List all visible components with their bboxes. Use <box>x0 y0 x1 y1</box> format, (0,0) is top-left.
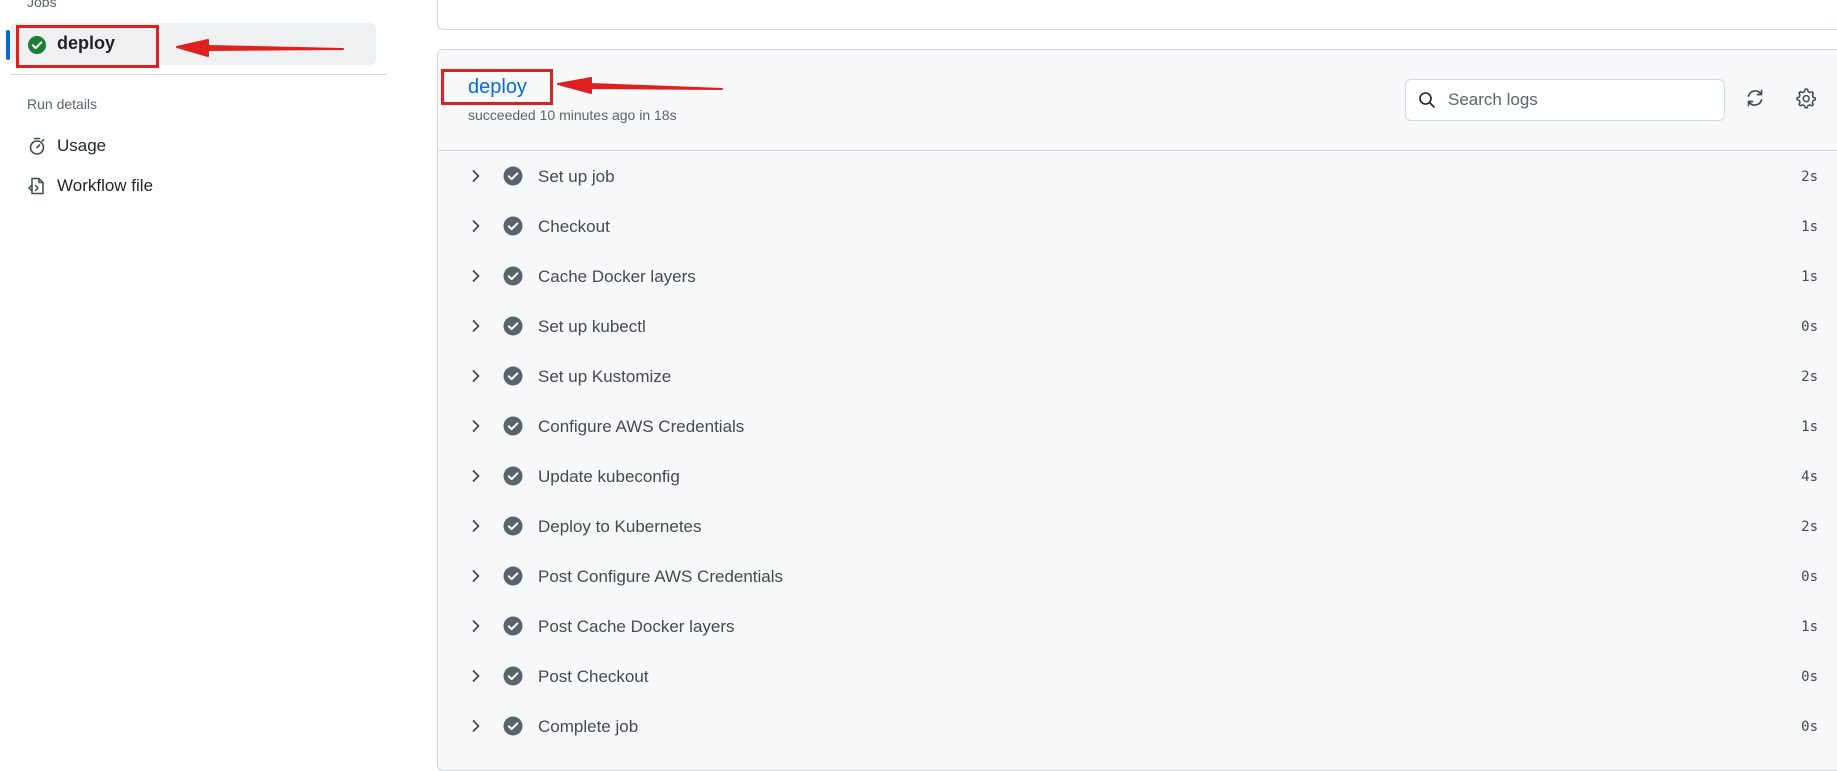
step-label: Post Configure AWS Credentials <box>538 567 784 586</box>
step-row[interactable]: Cache Docker layers 1s <box>438 251 1837 301</box>
search-logs-input[interactable] <box>1446 89 1710 111</box>
step-duration: 0s <box>1801 319 1818 335</box>
step-duration: 0s <box>1801 719 1818 735</box>
step-duration: 1s <box>1801 219 1818 235</box>
sidebar-link-usage[interactable]: Usage <box>27 133 106 159</box>
chevron-right-icon[interactable] <box>468 618 484 634</box>
search-logs-box[interactable] <box>1405 79 1725 121</box>
step-row[interactable]: Post Configure AWS Credentials 0s <box>438 551 1837 601</box>
step-success-check-icon <box>503 516 523 536</box>
step-label: Checkout <box>538 217 610 236</box>
step-success-check-icon <box>503 216 523 236</box>
chevron-right-icon[interactable] <box>468 518 484 534</box>
steps-list: Set up job 2s Checkout 1s Cache Docker layer… <box>438 151 1837 751</box>
chevron-right-icon[interactable] <box>468 268 484 284</box>
step-row[interactable]: Complete job 0s <box>438 701 1837 751</box>
chevron-right-icon[interactable] <box>468 568 484 584</box>
step-success-check-icon <box>503 616 523 636</box>
chevron-right-icon[interactable] <box>468 668 484 684</box>
step-label: Post Cache Docker layers <box>538 617 735 636</box>
step-row[interactable]: Checkout 1s <box>438 201 1837 251</box>
step-label: Update kubeconfig <box>538 467 680 486</box>
step-duration: 2s <box>1801 519 1818 535</box>
sidebar-divider <box>10 74 386 75</box>
file-code-icon <box>28 177 44 195</box>
search-icon <box>1419 92 1435 108</box>
step-label: Complete job <box>538 717 639 736</box>
refresh-icon[interactable] <box>1743 86 1767 110</box>
step-success-check-icon <box>503 166 523 186</box>
step-duration: 0s <box>1801 669 1818 685</box>
step-row[interactable]: Post Checkout 0s <box>438 651 1837 701</box>
step-duration: 0s <box>1801 569 1818 585</box>
step-success-check-icon <box>503 566 523 586</box>
step-duration: 2s <box>1801 369 1818 385</box>
job-log-panel: deploy succeeded 10 minutes ago in 18s S… <box>437 49 1837 771</box>
step-label: Set up kubectl <box>538 317 646 336</box>
step-row[interactable]: Deploy to Kubernetes 2s <box>438 501 1837 551</box>
step-label: Set up Kustomize <box>538 367 672 386</box>
step-row[interactable]: Set up Kustomize 2s <box>438 351 1837 401</box>
step-success-check-icon <box>503 466 523 486</box>
step-row[interactable]: Update kubeconfig 4s <box>438 451 1837 501</box>
step-label: Deploy to Kubernetes <box>538 517 702 536</box>
summary-panel <box>437 0 1837 30</box>
chevron-right-icon[interactable] <box>468 168 484 184</box>
gear-icon[interactable] <box>1794 86 1818 110</box>
step-duration: 2s <box>1801 169 1818 185</box>
step-success-check-icon <box>503 666 523 686</box>
step-duration: 1s <box>1801 269 1818 285</box>
annotation-box-sidebar <box>16 25 159 68</box>
sidebar-link-label: Workflow file <box>57 176 154 195</box>
step-label: Set up job <box>538 167 615 186</box>
selected-indicator <box>6 30 10 60</box>
chevron-right-icon[interactable] <box>468 368 484 384</box>
chevron-right-icon[interactable] <box>468 318 484 334</box>
step-label: Cache Docker layers <box>538 267 696 286</box>
step-duration: 4s <box>1801 469 1818 485</box>
sidebar-link-workflow-file[interactable]: Workflow file <box>27 173 153 199</box>
step-duration: 1s <box>1801 619 1818 635</box>
stopwatch-icon <box>29 137 45 155</box>
step-success-check-icon <box>503 266 523 286</box>
chevron-right-icon[interactable] <box>468 218 484 234</box>
job-header: deploy succeeded 10 minutes ago in 18s <box>438 50 1837 151</box>
job-status-meta: succeeded 10 minutes ago in 18s <box>468 107 677 123</box>
step-success-check-icon <box>503 366 523 386</box>
sidebar-link-label: Usage <box>57 136 107 155</box>
step-label: Post Checkout <box>538 667 649 686</box>
step-row[interactable]: Set up kubectl 0s <box>438 301 1837 351</box>
step-success-check-icon <box>503 716 523 736</box>
jobs-heading: Jobs <box>27 0 57 10</box>
step-label: Configure AWS Credentials <box>538 417 745 436</box>
step-success-check-icon <box>503 316 523 336</box>
chevron-right-icon[interactable] <box>468 718 484 734</box>
step-row[interactable]: Post Cache Docker layers 1s <box>438 601 1837 651</box>
chevron-right-icon[interactable] <box>468 468 484 484</box>
step-row[interactable]: Configure AWS Credentials 1s <box>438 401 1837 451</box>
chevron-right-icon[interactable] <box>468 418 484 434</box>
step-duration: 1s <box>1801 419 1818 435</box>
sidebar: Jobs deploy Run details Usage Workflow f… <box>0 0 420 751</box>
annotation-box-title <box>441 69 553 105</box>
step-row[interactable]: Set up job 2s <box>438 151 1837 201</box>
run-details-heading: Run details <box>27 96 98 112</box>
step-success-check-icon <box>503 416 523 436</box>
